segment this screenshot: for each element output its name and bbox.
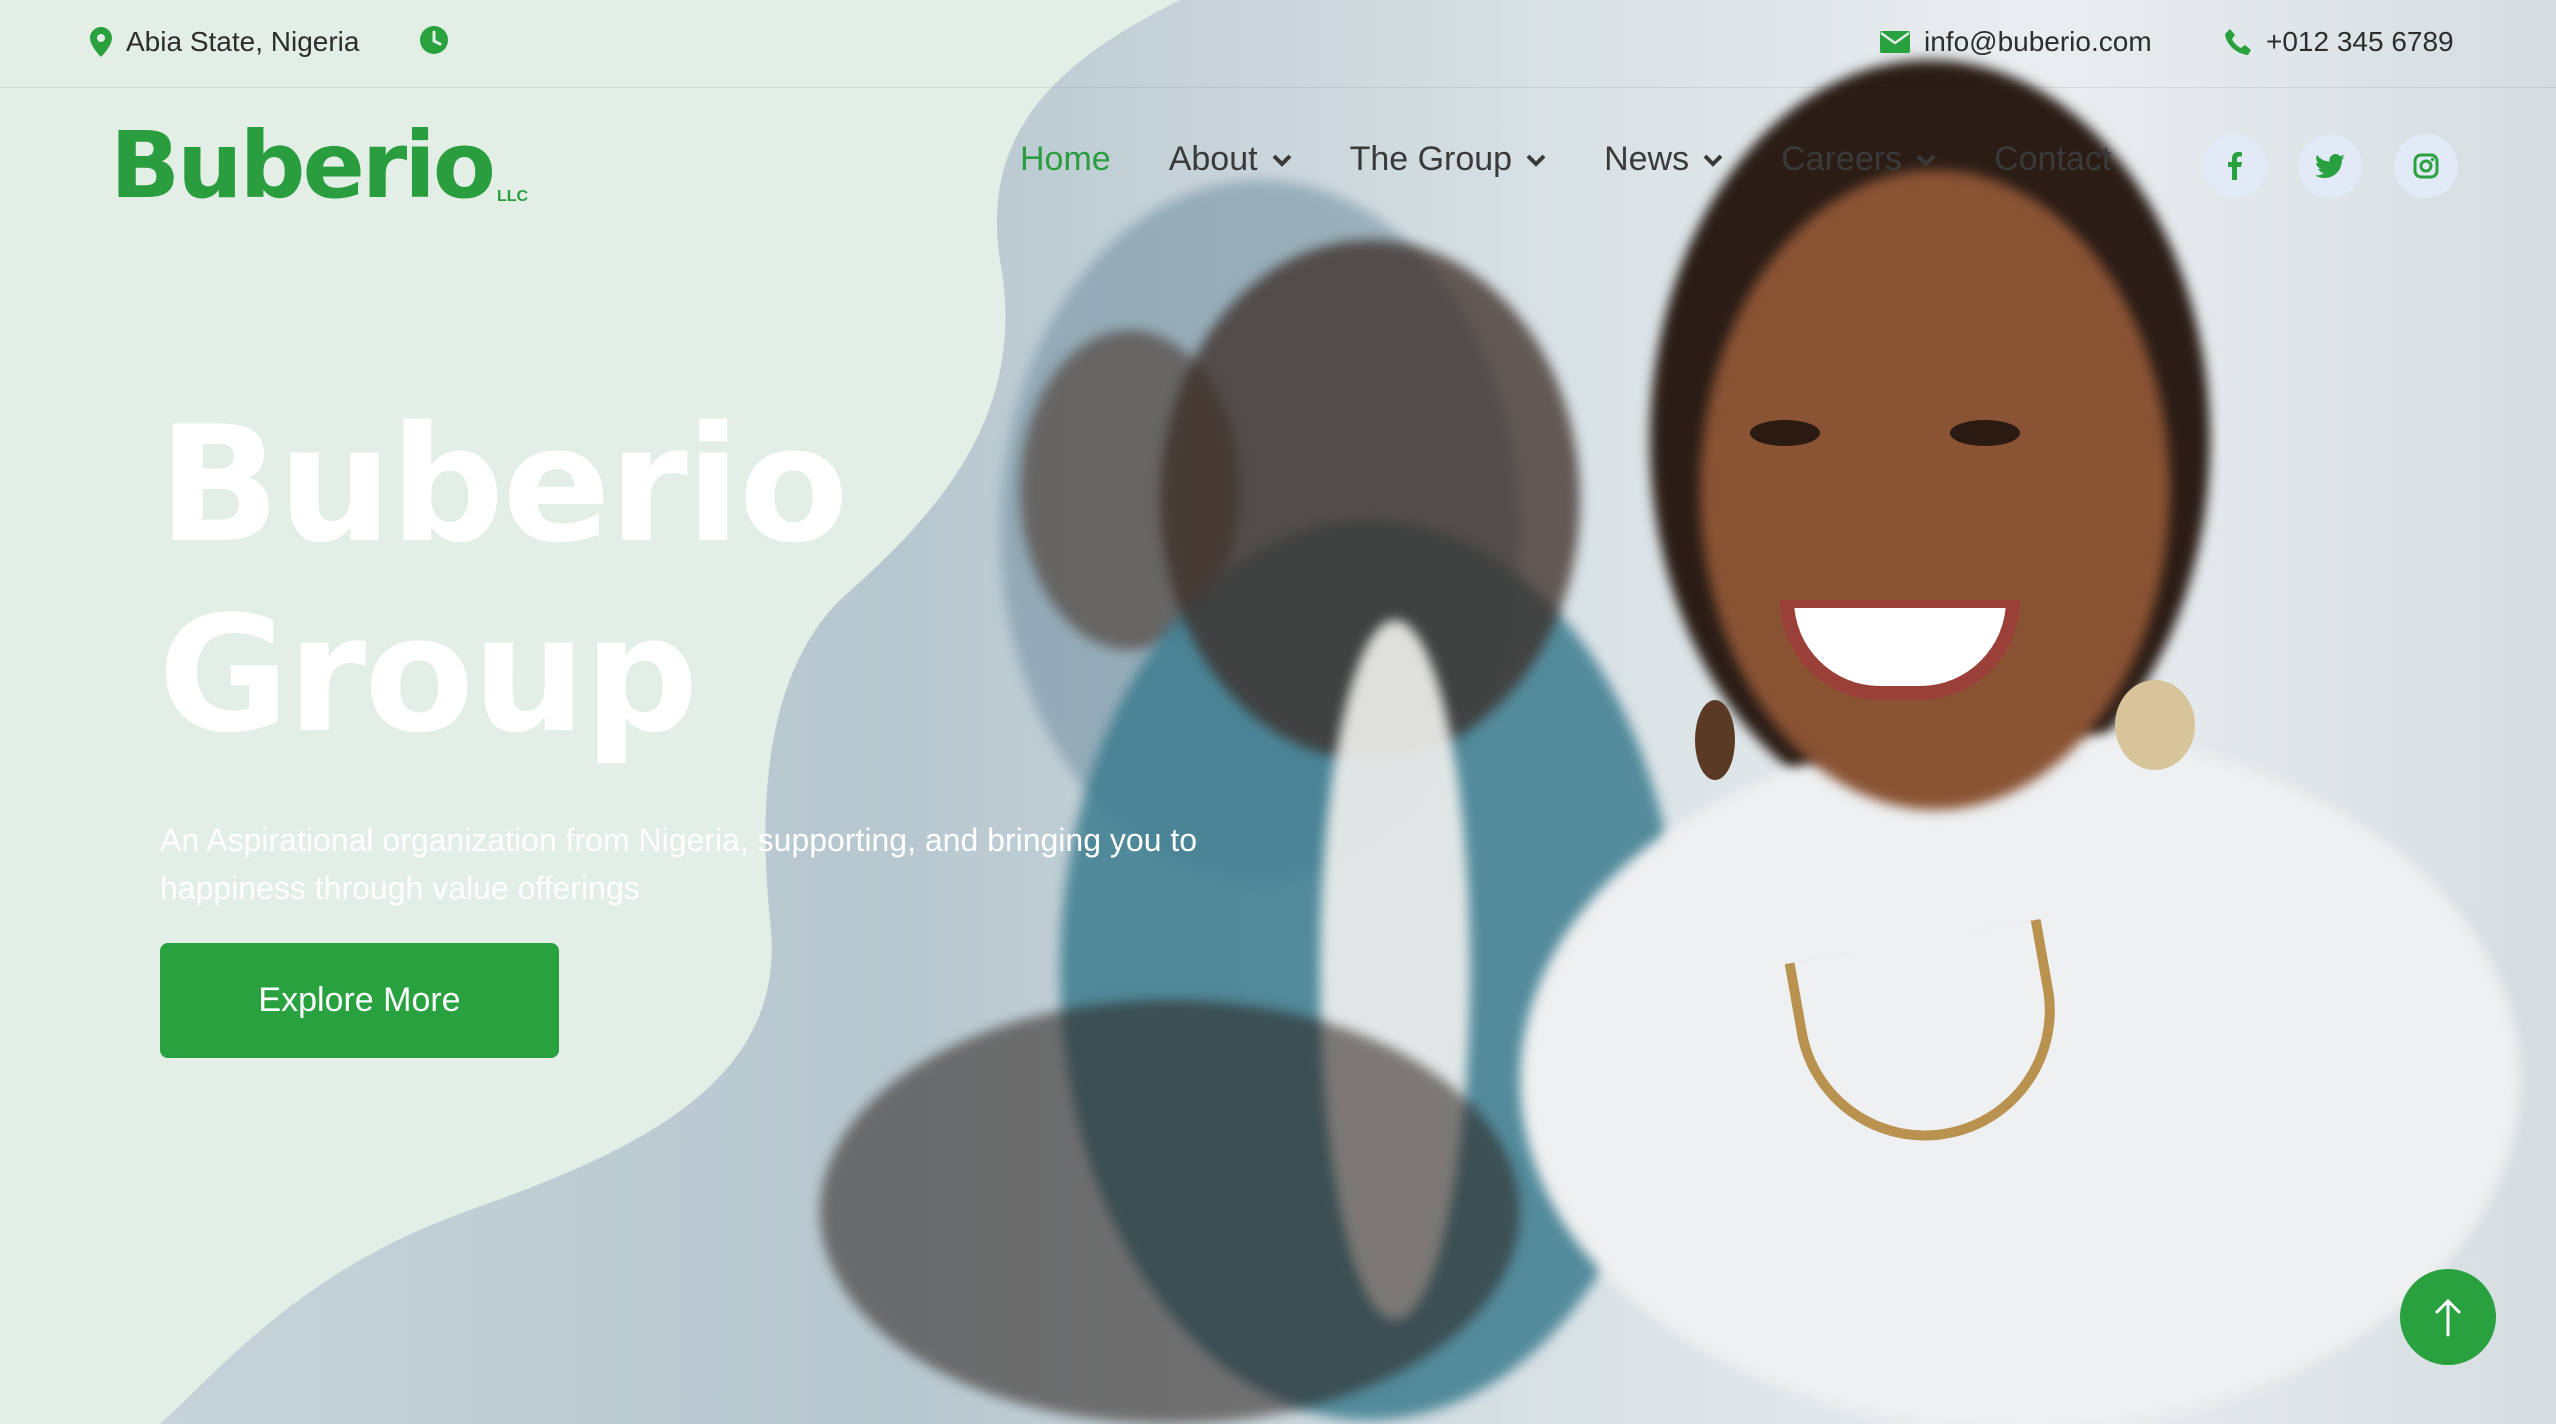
email-text[interactable]: info@buberio.com: [1924, 26, 2152, 58]
envelope-icon: [1880, 31, 1910, 53]
back-to-top-button[interactable]: [2400, 1269, 2496, 1365]
logo-text: Buberio: [110, 112, 496, 219]
nav-item-label: News: [1604, 140, 1690, 178]
nav-item-home[interactable]: Home: [1020, 140, 1111, 179]
phone-icon: [2225, 29, 2251, 55]
logo-suffix: LLC: [496, 188, 529, 205]
phone-text[interactable]: +012 345 6789: [2266, 26, 2454, 58]
explore-more-button[interactable]: Explore More: [160, 943, 559, 1058]
location-info: Abia State, Nigeria: [90, 26, 359, 58]
chevron-down-icon: [1916, 154, 1936, 167]
nav-item-careers[interactable]: Careers: [1781, 140, 1936, 179]
nav-item-label: Careers: [1781, 140, 1903, 178]
hero-subtitle: An Aspirational organization from Nigeri…: [160, 822, 1198, 906]
nav-item-label: Contact: [1994, 140, 2112, 178]
top-info-bar: Abia State, Nigeria info@buberio.com +01…: [0, 0, 2556, 88]
nav-item-the-group[interactable]: The Group: [1350, 140, 1547, 179]
chevron-down-icon: [1272, 154, 1291, 167]
hero-title-line2: Group: [158, 581, 699, 768]
map-pin-icon: [90, 27, 112, 57]
nav-item-label: Home: [1020, 140, 1111, 178]
facebook-icon: [2228, 152, 2242, 180]
arrow-up-icon: [2435, 1298, 2461, 1337]
hours-info: [420, 26, 462, 54]
instagram-button[interactable]: [2394, 134, 2458, 198]
nav-item-contact[interactable]: Contact: [1994, 140, 2111, 179]
email-info[interactable]: info@buberio.com: [1880, 26, 2152, 58]
chevron-down-icon: [1526, 154, 1546, 167]
instagram-icon: [2413, 153, 2439, 179]
facebook-button[interactable]: [2203, 134, 2267, 198]
hero-title-line1: Buberio: [158, 391, 849, 578]
phone-info[interactable]: +012 345 6789: [2224, 26, 2454, 58]
clock-icon: [420, 26, 448, 54]
nav-item-label: The Group: [1349, 140, 1513, 178]
chevron-down-icon: [1703, 154, 1723, 167]
nav-item-label: About: [1168, 140, 1258, 178]
main-nav: Home About The Group News Careers Contac…: [1020, 140, 2111, 179]
nav-item-news[interactable]: News: [1604, 140, 1723, 179]
location-text: Abia State, Nigeria: [126, 26, 360, 57]
twitter-icon: [2315, 154, 2345, 178]
twitter-button[interactable]: [2298, 134, 2362, 198]
hero-title: Buberio Group: [158, 390, 849, 770]
nav-item-about[interactable]: About: [1169, 140, 1292, 179]
site-logo[interactable]: Buberio LLC: [110, 120, 528, 212]
